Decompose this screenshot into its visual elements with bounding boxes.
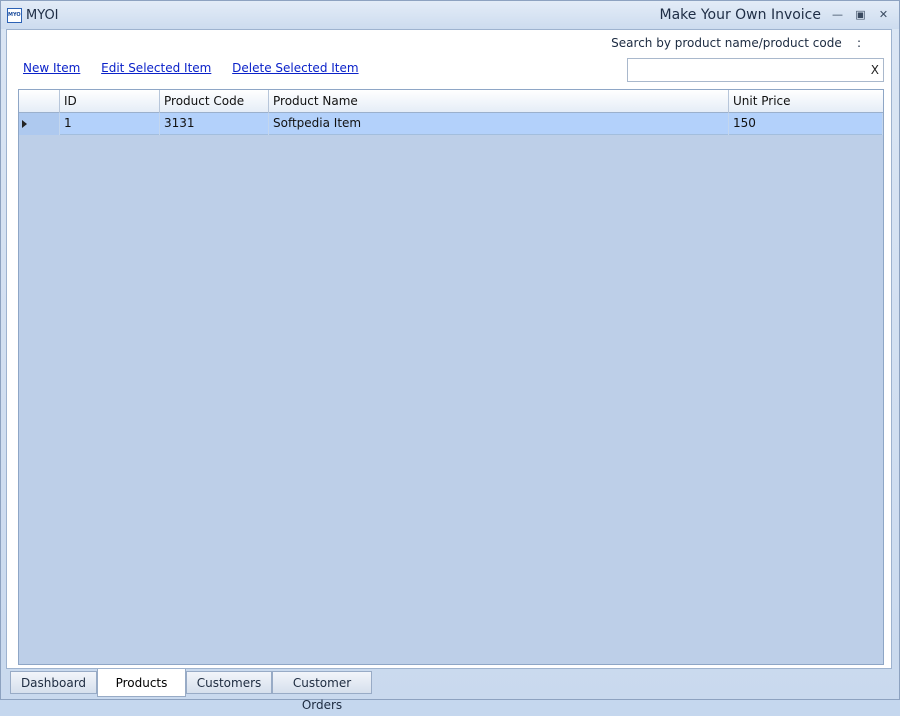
close-icon[interactable]: ✕ <box>877 9 890 21</box>
app-logo-icon: MYOI <box>7 8 22 23</box>
column-header-row-selector[interactable] <box>19 90 60 113</box>
column-header-product-code[interactable]: Product Code <box>160 90 269 113</box>
current-row-arrow-icon <box>22 120 27 128</box>
cell-id[interactable]: 1 <box>60 113 160 135</box>
cell-unit-price[interactable]: 150 <box>729 113 883 135</box>
window-title: Make Your Own Invoice <box>659 7 821 23</box>
app-window: MYOI MYOI Make Your Own Invoice — ▣ ✕ Se… <box>0 0 900 712</box>
delete-selected-item-link[interactable]: Delete Selected Item <box>232 61 358 75</box>
column-header-product-name[interactable]: Product Name <box>269 90 729 113</box>
column-header-unit-price[interactable]: Unit Price <box>729 90 883 113</box>
tab-products[interactable]: Products <box>97 669 186 697</box>
tab-customers[interactable]: Customers <box>186 671 272 694</box>
new-item-link[interactable]: New Item <box>23 61 80 75</box>
action-links: New Item Edit Selected Item Delete Selec… <box>23 61 376 75</box>
tab-customer-orders[interactable]: Customer Orders <box>272 671 372 712</box>
search-box: X <box>627 58 884 82</box>
search-input[interactable] <box>630 61 860 79</box>
products-panel: Search by product name/product code : X … <box>6 29 892 669</box>
search-clear-button[interactable]: X <box>871 63 879 77</box>
search-label: Search by product name/product code : <box>611 36 861 50</box>
row-selector[interactable] <box>19 113 60 135</box>
title-bar[interactable]: MYOI MYOI Make Your Own Invoice — ▣ ✕ <box>1 1 899 29</box>
tab-dashboard[interactable]: Dashboard <box>10 671 97 694</box>
maximize-icon[interactable]: ▣ <box>854 9 867 21</box>
grid-header: ID Product Code Product Name Unit Price <box>19 90 883 113</box>
cell-product-code[interactable]: 3131 <box>160 113 269 135</box>
cell-product-name[interactable]: Softpedia Item <box>269 113 729 135</box>
app-name: MYOI <box>26 8 59 23</box>
table-row[interactable]: 1 3131 Softpedia Item 150 <box>19 113 883 135</box>
products-grid[interactable]: ID Product Code Product Name Unit Price … <box>18 89 884 665</box>
minimize-icon[interactable]: — <box>831 9 844 21</box>
edit-selected-item-link[interactable]: Edit Selected Item <box>101 61 211 75</box>
column-header-id[interactable]: ID <box>60 90 160 113</box>
